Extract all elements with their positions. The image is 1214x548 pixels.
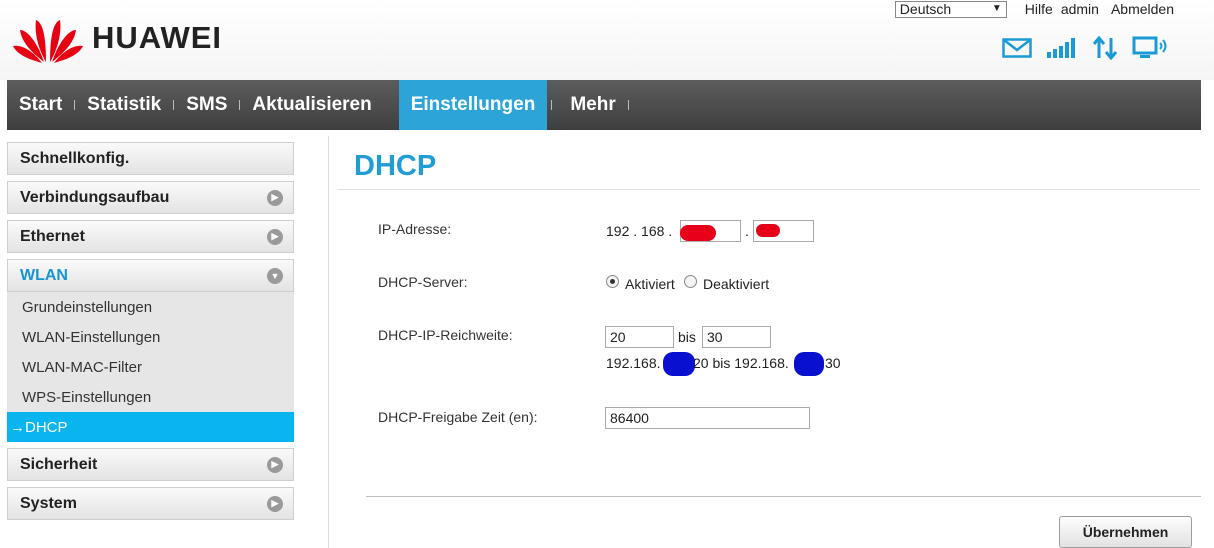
sidebar-item-connection[interactable]: Verbindungsaufbau ▶	[7, 181, 294, 214]
submenu-item-dhcp[interactable]: →DHCP	[7, 412, 294, 442]
range-summary-b: 20 bis 192.168.	[693, 355, 789, 371]
huawei-petals-logo-icon	[13, 20, 83, 63]
nav-einstellungen[interactable]: Einstellungen	[398, 80, 548, 130]
help-link[interactable]: Hilfe	[1025, 1, 1053, 17]
dhcp-server-label: DHCP-Server:	[378, 274, 468, 290]
redaction-mark	[794, 352, 824, 376]
lease-time-label: DHCP-Freigabe Zeit (en):	[378, 409, 538, 425]
sidebar-item-ethernet[interactable]: Ethernet ▶	[7, 220, 294, 253]
sidebar-item-label: WLAN	[20, 266, 68, 284]
top-bar: HUAWEI Deutsch ▼ Hilfe admin Abmelden	[0, 0, 1214, 80]
brand-name: HUAWEI	[92, 20, 222, 55]
main-navigation: Start Statistik SMS Aktualisieren Einste…	[7, 80, 1201, 130]
title-divider	[338, 189, 1200, 190]
sidebar-item-wlan[interactable]: WLAN ▼	[7, 259, 294, 292]
range-end-input[interactable]	[702, 326, 771, 348]
signal-icon	[1047, 38, 1075, 58]
redaction-mark	[680, 225, 716, 241]
redaction-mark	[663, 352, 695, 376]
sidebar-item-quick-setup[interactable]: Schnellkonfig.	[7, 142, 294, 175]
mail-icon[interactable]	[1002, 38, 1032, 58]
ip-prefix: 192 . 168 .	[606, 223, 673, 239]
expand-arrow-icon: ▶	[267, 228, 283, 245]
collapse-arrow-icon: ▼	[267, 267, 283, 284]
sidebar-item-system[interactable]: System ▶	[7, 487, 294, 520]
sidebar: Schnellkonfig. Verbindungsaufbau ▶ Ether…	[7, 142, 294, 526]
logout-link[interactable]: Abmelden	[1111, 1, 1174, 17]
submenu-item-basic[interactable]: Grundeinstellungen	[7, 292, 294, 322]
content-divider	[328, 136, 329, 548]
connection-monitor-icon	[1132, 36, 1167, 58]
range-summary-c: 30	[825, 355, 841, 371]
huawei-logo[interactable]: HUAWEI	[12, 12, 222, 64]
nav-separator	[627, 100, 629, 110]
dhcp-enable-radio[interactable]	[606, 275, 619, 288]
range-bis-label: bis	[678, 329, 696, 345]
top-links: Deutsch ▼ Hilfe admin Abmelden	[894, 0, 1174, 18]
language-select[interactable]: Deutsch ▼	[894, 0, 1007, 18]
redaction-mark	[756, 224, 780, 237]
submenu-item-wps[interactable]: WPS-Einstellungen	[7, 382, 294, 412]
expand-arrow-icon: ▶	[267, 189, 283, 206]
lease-time-input[interactable]	[605, 407, 810, 429]
apply-button[interactable]: Übernehmen	[1059, 516, 1192, 548]
sidebar-item-label: Ethernet	[20, 227, 85, 245]
bottom-divider	[366, 496, 1201, 497]
range-summary-a: 192.168.	[606, 355, 661, 371]
expand-arrow-icon: ▶	[267, 495, 283, 512]
dhcp-disable-label[interactable]: Deaktiviert	[703, 276, 769, 292]
transfer-icon	[1092, 36, 1118, 60]
range-start-input[interactable]	[605, 326, 674, 348]
submenu-item-wlan-settings[interactable]: WLAN-Einstellungen	[7, 322, 294, 352]
status-icons	[1002, 36, 1168, 60]
ip-dot: .	[745, 223, 749, 239]
nav-aktualisieren[interactable]: Aktualisieren	[240, 80, 383, 130]
sidebar-item-security[interactable]: Sicherheit ▶	[7, 448, 294, 481]
dropdown-arrow-icon: ▼	[991, 3, 1002, 14]
expand-arrow-icon: ▶	[267, 456, 283, 473]
nav-statistik[interactable]: Statistik	[75, 80, 173, 130]
nav-mehr[interactable]: Mehr	[552, 80, 627, 130]
page-title: DHCP	[354, 150, 437, 182]
nav-start[interactable]: Start	[7, 80, 74, 130]
dhcp-range-label: DHCP-IP-Reichweite:	[378, 327, 513, 343]
sidebar-item-label: System	[20, 494, 77, 512]
language-value: Deutsch	[899, 1, 952, 17]
sidebar-item-label: Sicherheit	[20, 455, 98, 473]
ip-address-label: IP-Adresse:	[378, 221, 452, 237]
dhcp-enable-label[interactable]: Aktiviert	[625, 276, 675, 292]
sidebar-item-label: Verbindungsaufbau	[20, 188, 170, 206]
dhcp-disable-radio[interactable]	[684, 275, 697, 288]
sidebar-item-label: Schnellkonfig.	[20, 149, 130, 167]
nav-sms[interactable]: SMS	[174, 80, 239, 130]
wlan-submenu: Grundeinstellungen WLAN-Einstellungen WL…	[7, 292, 294, 442]
user-link[interactable]: admin	[1061, 1, 1099, 17]
submenu-item-mac-filter[interactable]: WLAN-MAC-Filter	[7, 352, 294, 382]
